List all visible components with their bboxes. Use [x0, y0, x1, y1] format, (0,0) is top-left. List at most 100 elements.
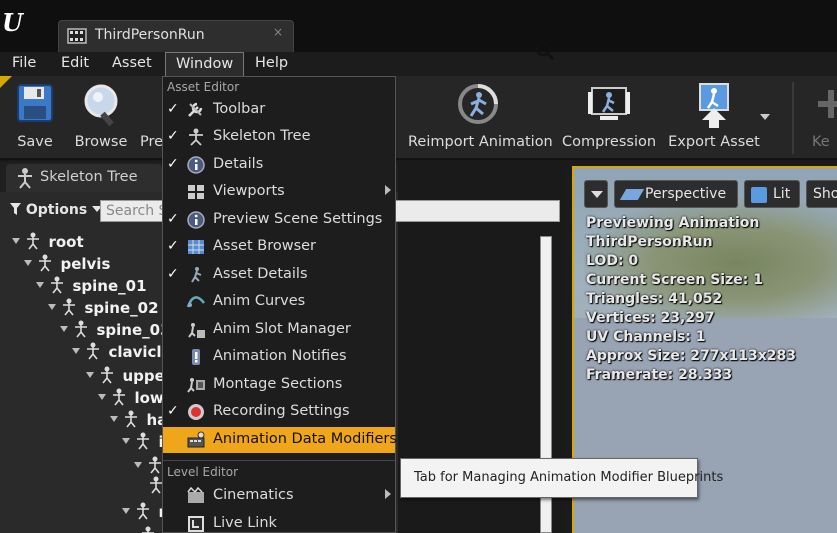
- section-level-editor: Level Editor: [167, 465, 239, 479]
- record-icon: [188, 404, 204, 420]
- lit-button[interactable]: Lit: [744, 180, 800, 208]
- menu-item-live-link[interactable]: Live Link: [163, 511, 395, 533]
- menu-item-recording-settings[interactable]: ✓ Recording Settings: [163, 399, 395, 425]
- menu-item-asset-details[interactable]: ✓ Asset Details: [163, 262, 395, 288]
- menu-item-montage-sections[interactable]: Montage Sections: [163, 372, 395, 398]
- perspective-button[interactable]: Perspective: [614, 180, 738, 208]
- reimport-animation-button[interactable]: Reimport Animation: [408, 76, 553, 160]
- document-tab[interactable]: ThirdPersonRun ×: [58, 20, 294, 52]
- preview-button[interactable]: Pre: [140, 76, 164, 160]
- submenu-arrow-icon: [385, 185, 391, 195]
- window-dropdown-menu: Asset Editor ✓ Toolbar ✓ Skeleton Tree ✓…: [162, 76, 397, 533]
- bone-icon: [87, 342, 100, 360]
- menu-item-anim-curves[interactable]: Anim Curves: [163, 289, 395, 315]
- tree-node-ring[interactable]: r: [122, 502, 166, 524]
- tree-node-child[interactable]: [140, 526, 158, 533]
- expand-arrow-icon[interactable]: [110, 416, 118, 422]
- expand-arrow-icon[interactable]: [36, 282, 44, 288]
- compression-button[interactable]: Compression: [560, 76, 658, 160]
- tree-node-pelvis[interactable]: pelvis: [24, 254, 110, 276]
- menu-item-asset-browser[interactable]: ✓ Asset Browser: [163, 234, 395, 260]
- bone-icon: [101, 366, 114, 384]
- tree-node-hand[interactable]: ha: [110, 410, 167, 432]
- viewport-options-button[interactable]: [584, 180, 608, 208]
- close-tab-button[interactable]: ×: [273, 25, 283, 39]
- menu-asset[interactable]: Asset: [102, 52, 162, 76]
- menu-item-viewports[interactable]: Viewports: [163, 179, 395, 205]
- expand-arrow-icon[interactable]: [12, 238, 20, 244]
- stat-line: UV Channels: 1: [586, 329, 706, 345]
- check-icon: ✓: [167, 211, 179, 227]
- menu-file[interactable]: File: [2, 52, 46, 76]
- bone-icon: [63, 298, 76, 316]
- toolbar-divider: [792, 82, 794, 154]
- skeleton-tree-tab[interactable]: Skeleton Tree: [6, 164, 162, 192]
- check-icon: ✓: [167, 403, 179, 419]
- menu-bar: File Edit Asset Window Help: [0, 52, 837, 76]
- tree-node-index[interactable]: i: [122, 432, 164, 454]
- tree-node-spine-02[interactable]: spine_02: [48, 298, 159, 320]
- skeleton-icon: [18, 168, 32, 189]
- menu-item-skeleton-tree[interactable]: ✓ Skeleton Tree: [163, 124, 395, 150]
- stat-line: Current Screen Size: 1: [586, 272, 763, 288]
- export-asset-button[interactable]: Export Asset: [666, 76, 762, 160]
- expand-arrow-icon[interactable]: [134, 462, 142, 468]
- info-icon: [187, 211, 205, 229]
- key-button[interactable]: Ke: [812, 76, 837, 160]
- check-icon: ✓: [167, 128, 179, 144]
- stat-line: Vertices: 23,297: [586, 310, 715, 326]
- menu-item-cinematics[interactable]: Cinematics: [163, 483, 395, 509]
- tree-node-upperarm[interactable]: upper: [86, 366, 172, 388]
- expand-arrow-icon[interactable]: [122, 508, 130, 514]
- expand-arrow-icon[interactable]: [86, 372, 94, 378]
- compression-icon: [588, 87, 630, 120]
- expand-arrow-icon[interactable]: [98, 394, 106, 400]
- figure-icon: [191, 267, 202, 283]
- menu-item-anim-slot-manager[interactable]: Anim Slot Manager: [163, 317, 395, 343]
- browse-button[interactable]: Browse: [70, 76, 132, 160]
- check-icon: ✓: [167, 101, 179, 117]
- reimport-icon: [458, 84, 498, 124]
- tree-node-clavicle[interactable]: clavicle: [72, 342, 172, 364]
- viewport-stats: Previewing Animation ThirdPersonRun LOD:…: [586, 214, 837, 385]
- menu-item-preview-scene-settings[interactable]: ✓ Preview Scene Settings: [163, 207, 395, 233]
- unreal-logo: U: [2, 8, 23, 37]
- viewport-icon: [188, 185, 204, 199]
- tree-node-spine-01[interactable]: spine_01: [36, 276, 147, 298]
- menu-item-animation-data-modifiers[interactable]: Animation Data Modifiers: [163, 427, 397, 453]
- export-icon: [699, 83, 729, 128]
- menu-item-details[interactable]: ✓ Details: [163, 152, 395, 178]
- bone-icon: [137, 502, 150, 520]
- save-button[interactable]: Save: [6, 76, 64, 160]
- export-dropdown-arrow-icon[interactable]: [760, 114, 770, 120]
- expand-arrow-icon[interactable]: [60, 326, 68, 332]
- expand-arrow-icon[interactable]: [48, 304, 56, 310]
- menu-item-animation-notifies[interactable]: Animation Notifies: [163, 344, 395, 370]
- slot-icon: [188, 323, 205, 338]
- menu-edit[interactable]: Edit: [51, 52, 99, 76]
- menu-window[interactable]: Window: [165, 52, 245, 76]
- options-dropdown[interactable]: Options: [10, 202, 103, 218]
- tree-node-spine-03[interactable]: spine_03: [60, 320, 171, 342]
- bone-icon: [75, 320, 88, 338]
- expand-arrow-icon[interactable]: [72, 348, 80, 354]
- perspective-icon: [619, 189, 645, 200]
- animation-sequence-icon: [67, 28, 87, 44]
- menu-help[interactable]: Help: [245, 52, 298, 76]
- lit-cube-icon: [751, 187, 767, 203]
- bone-icon: [137, 432, 150, 450]
- bone-icon: [149, 456, 162, 474]
- expand-arrow-icon[interactable]: [122, 438, 130, 444]
- show-button[interactable]: Show: [806, 180, 837, 208]
- search-icon[interactable]: [535, 41, 555, 61]
- filter-icon: [10, 203, 21, 215]
- wrench-icon: [188, 102, 203, 117]
- grid-icon: [188, 240, 204, 254]
- menu-item-toolbar[interactable]: ✓ Toolbar: [163, 97, 395, 123]
- bone-icon: [51, 276, 64, 294]
- expand-arrow-icon[interactable]: [24, 260, 32, 266]
- tree-node-root[interactable]: root: [12, 232, 84, 254]
- tooltip: Tab for Managing Animation Modifier Blue…: [400, 458, 723, 498]
- title-bar: U ThirdPersonRun ×: [0, 0, 837, 52]
- notify-icon: [192, 349, 200, 365]
